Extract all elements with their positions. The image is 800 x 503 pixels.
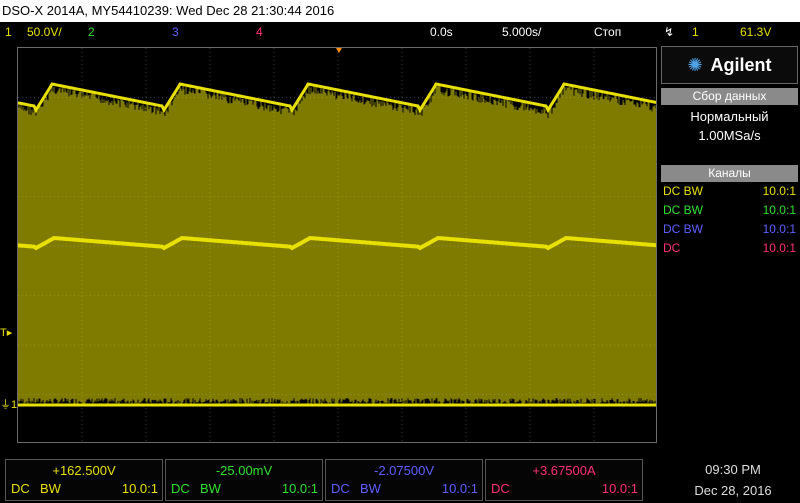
- acquisition-header[interactable]: Сбор данных: [661, 88, 798, 105]
- channel-row-coupling: DC: [663, 241, 681, 255]
- channel-3-coupling: DC: [331, 481, 350, 496]
- channel-row-coupling: DC BW: [663, 203, 703, 217]
- sample-rate: 1.00MSa/s: [698, 128, 761, 143]
- channel-2-bw: BW: [200, 481, 221, 496]
- channel-3-bw: BW: [360, 481, 381, 496]
- run-state[interactable]: Стоп: [594, 23, 621, 41]
- spark-logo-icon: ✺: [687, 54, 703, 75]
- channel-1-number[interactable]: 1: [5, 23, 12, 41]
- acquisition-info: Нормальный 1.00MSa/s: [661, 105, 798, 145]
- title-bar: DSO-X 2014A, MY54410239: Wed Dec 28 21:3…: [0, 0, 800, 22]
- channels-list: DC BW 10.0:1 DC BW 10.0:1 DC BW 10.0:1 D…: [661, 182, 798, 258]
- channel-2-offset: -25.00mV: [215, 463, 273, 478]
- ground-marker[interactable]: ⏚1: [0, 396, 17, 412]
- trigger-position-marker: [336, 48, 342, 53]
- channel-2-ratio: 10.0:1: [281, 481, 318, 496]
- channel-4-coupling: DC: [491, 481, 510, 496]
- channel-row-coupling: DC BW: [663, 184, 703, 198]
- channel-1-bw: BW: [40, 481, 61, 496]
- channel-row-ratio: 10.0:1: [762, 241, 796, 255]
- channel-row-2[interactable]: DC BW 10.0:1: [661, 201, 798, 220]
- channel-row-1[interactable]: DC BW 10.0:1: [661, 182, 798, 201]
- channel-row-ratio: 10.0:1: [762, 184, 796, 198]
- channel-2-number[interactable]: 2: [88, 23, 95, 41]
- trigger-marker[interactable]: T▸: [0, 326, 12, 339]
- channel-3-offset: -2.07500V: [374, 463, 434, 478]
- brand-name: Agilent: [710, 54, 772, 75]
- channel-2-softkey[interactable]: -25.00mV DC BW 10.0:1: [165, 459, 323, 501]
- status-bar: 1 50.0V/ 2 3 4 0.0s 5.000s/ Стоп ↯ 1 61.…: [0, 23, 800, 41]
- trigger-marker-label: T: [0, 327, 7, 339]
- side-panel: ✺ Agilent Сбор данных Нормальный 1.00MSa…: [661, 46, 798, 258]
- channel-4-number[interactable]: 4: [256, 23, 263, 41]
- channel-4-softkey[interactable]: +3.67500A DC 10.0:1: [485, 459, 643, 501]
- brand-logo: ✺ Agilent: [661, 46, 798, 84]
- trigger-level[interactable]: 61.3V: [740, 23, 771, 41]
- channel-1-softkey[interactable]: +162.500V DC BW 10.0:1: [5, 459, 163, 501]
- channel-1-ratio: 10.0:1: [121, 481, 158, 496]
- channel-4-offset: +3.67500A: [532, 463, 596, 478]
- waveform-display[interactable]: [17, 47, 657, 443]
- channel-3-softkey[interactable]: -2.07500V DC BW 10.0:1: [325, 459, 483, 501]
- channels-header[interactable]: Каналы: [661, 165, 798, 182]
- channel-3-number[interactable]: 3: [172, 23, 179, 41]
- channel-2-coupling: DC: [171, 481, 190, 496]
- window-title: DSO-X 2014A, MY54410239: Wed Dec 28 21:3…: [2, 3, 335, 18]
- channel-1-offset: +162.500V: [52, 463, 116, 478]
- time-scale[interactable]: 5.000s/: [502, 23, 541, 41]
- channel-row-4[interactable]: DC 10.0:1: [661, 239, 798, 258]
- channel-4-ratio: 10.0:1: [601, 481, 638, 496]
- channel-row-coupling: DC BW: [663, 222, 703, 236]
- channel-3-ratio: 10.0:1: [441, 481, 478, 496]
- clock-time: 09:30 PM: [705, 462, 761, 477]
- clock: 09:30 PM Dec 28, 2016: [668, 459, 798, 501]
- acquisition-mode: Нормальный: [690, 109, 769, 124]
- trigger-channel[interactable]: 1: [692, 23, 699, 41]
- channel-1-scale[interactable]: 50.0V/: [27, 23, 62, 41]
- channel-row-3[interactable]: DC BW 10.0:1: [661, 220, 798, 239]
- graticule: [18, 48, 656, 442]
- trigger-edge-icon: ↯: [664, 25, 675, 39]
- channel-1-coupling: DC: [11, 481, 30, 496]
- time-offset[interactable]: 0.0s: [430, 23, 453, 41]
- clock-date: Dec 28, 2016: [694, 483, 772, 498]
- channel-row-ratio: 10.0:1: [762, 203, 796, 217]
- channel-row-ratio: 10.0:1: [762, 222, 796, 236]
